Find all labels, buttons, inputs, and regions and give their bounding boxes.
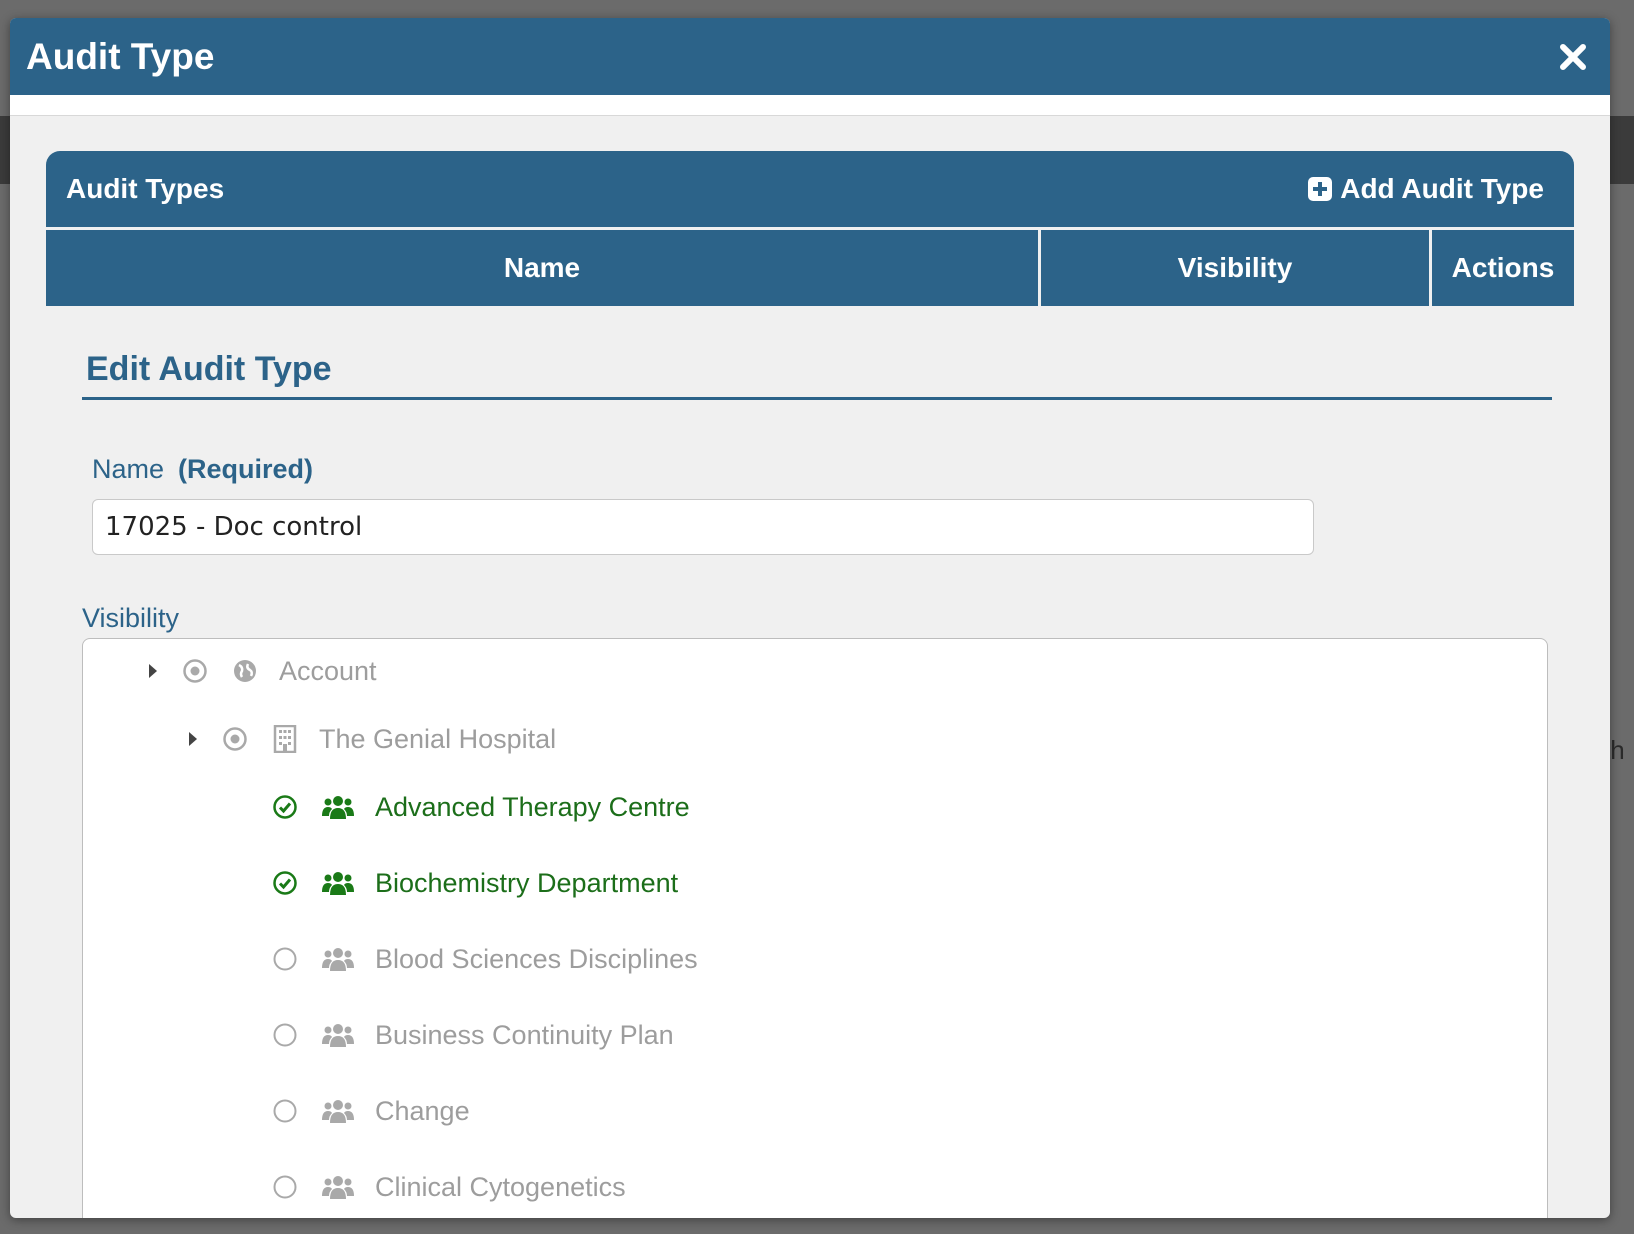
modal-title: Audit Type: [26, 35, 215, 77]
visibility-label: Visibility: [82, 603, 180, 633]
column-header-name[interactable]: Name: [46, 230, 1038, 306]
close-button[interactable]: [1552, 36, 1594, 78]
tree-node-department[interactable]: Advanced Therapy Centre: [271, 785, 690, 829]
modal-header: Audit Type: [10, 18, 1610, 95]
radio-empty-icon[interactable]: [271, 946, 299, 972]
tree-node-label: The Genial Hospital: [319, 723, 557, 754]
audit-types-panel: Audit Types Add Audit Type Name Visibili…: [46, 151, 1574, 306]
header-separator: [10, 95, 1610, 116]
tree-node-department[interactable]: Blood Sciences Disciplines: [271, 937, 698, 981]
radio-dot-icon[interactable]: [181, 658, 209, 684]
users-icon: [321, 946, 355, 972]
audit-type-modal: Audit Type Audit Types Add Audit Type Na…: [10, 18, 1610, 1218]
tree-node-department[interactable]: Business Continuity Plan: [271, 1013, 674, 1057]
add-audit-type-button[interactable]: Add Audit Type: [1308, 173, 1544, 205]
tree-node-label: Advanced Therapy Centre: [375, 791, 690, 822]
building-icon: [271, 725, 299, 753]
name-label-text: Name: [92, 454, 165, 484]
check-circle-icon[interactable]: [271, 794, 299, 820]
tree-node-account[interactable]: Account: [141, 649, 377, 693]
visibility-tree[interactable]: Account The Genial Hospital Advanced The…: [82, 638, 1548, 1218]
name-field-label: Name (Required): [92, 454, 313, 485]
radio-empty-icon[interactable]: [271, 1098, 299, 1124]
tree-node-label: Blood Sciences Disciplines: [375, 943, 698, 974]
panel-title: Audit Types: [66, 173, 225, 204]
tree-node-department[interactable]: Clinical Cytogenetics: [271, 1165, 626, 1209]
required-indicator: (Required): [178, 454, 314, 484]
caret-right-icon[interactable]: [141, 663, 165, 679]
radio-empty-icon[interactable]: [271, 1022, 299, 1048]
caret-right-icon[interactable]: [181, 731, 205, 747]
users-icon: [321, 870, 355, 896]
tree-node-department[interactable]: Change: [271, 1089, 470, 1133]
column-header-visibility[interactable]: Visibility: [1041, 230, 1429, 306]
users-icon: [321, 794, 355, 820]
users-icon: [321, 1022, 355, 1048]
close-icon: [1560, 43, 1586, 70]
tree-node-label: Account: [279, 655, 377, 686]
radio-dot-icon[interactable]: [221, 726, 249, 752]
tree-node-department[interactable]: Biochemistry Department: [271, 861, 678, 905]
tree-node-hospital[interactable]: The Genial Hospital: [181, 717, 556, 761]
check-circle-icon[interactable]: [271, 870, 299, 896]
tree-node-label: Biochemistry Department: [375, 867, 679, 898]
panel-header: Audit Types Add Audit Type: [46, 151, 1574, 227]
name-input[interactable]: [92, 499, 1314, 555]
tree-node-label: Clinical Cytogenetics: [375, 1171, 626, 1202]
users-icon: [321, 1098, 355, 1124]
users-icon: [321, 1174, 355, 1200]
globe-icon: [231, 658, 259, 684]
table-header: Name Visibility Actions: [46, 230, 1574, 306]
edit-section-title: Edit Audit Type: [82, 350, 1552, 400]
tree-node-label: Business Continuity Plan: [375, 1019, 674, 1050]
tree-node-label: Change: [375, 1095, 470, 1126]
plus-square-icon: [1308, 177, 1333, 201]
column-header-actions: Actions: [1432, 230, 1574, 306]
radio-empty-icon[interactable]: [271, 1174, 299, 1200]
add-audit-type-label: Add Audit Type: [1340, 173, 1544, 204]
